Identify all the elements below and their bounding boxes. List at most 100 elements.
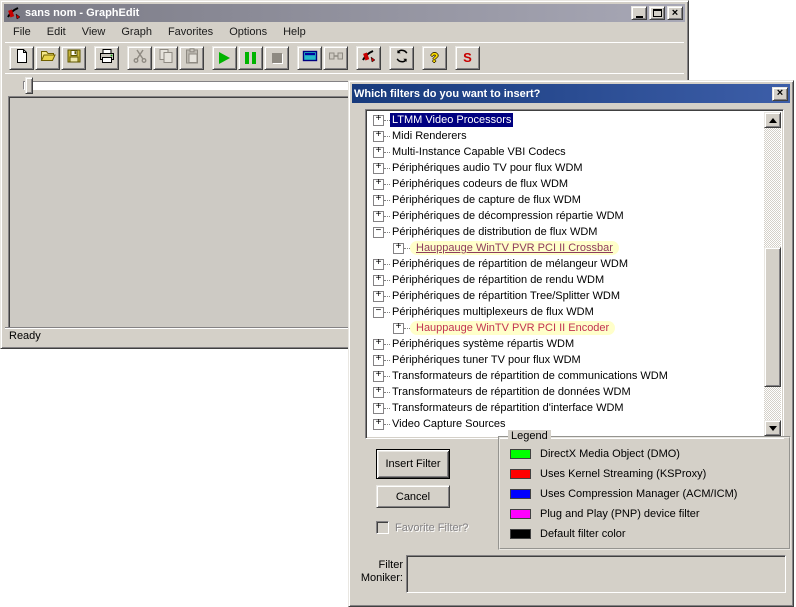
expand-plus-icon[interactable] <box>373 163 384 174</box>
stats-button[interactable]: S <box>455 46 480 70</box>
expand-plus-icon[interactable] <box>373 403 384 414</box>
tree-item[interactable]: Périphériques de distribution de flux WD… <box>368 224 764 240</box>
insert-filter-dialog-button[interactable]: Insert Filter <box>376 449 450 479</box>
dialog-close-icon[interactable]: × <box>772 87 788 101</box>
print-button[interactable] <box>94 46 119 70</box>
maximize-icon[interactable] <box>649 6 665 20</box>
menu-options[interactable]: Options <box>221 24 275 40</box>
filter-tree-list[interactable]: LTMM Video Processors Midi Renderers Mul… <box>365 109 784 439</box>
dialog-titlebar[interactable]: Which filters do you want to insert? × <box>352 84 790 103</box>
expand-minus-icon[interactable] <box>373 227 384 238</box>
tree-item[interactable]: Périphériques codeurs de flux WDM <box>368 176 764 192</box>
menu-graph[interactable]: Graph <box>113 24 160 40</box>
scroll-down-icon[interactable] <box>764 420 781 436</box>
tree-item-label[interactable]: Périphériques de répartition de rendu WD… <box>390 273 606 287</box>
graphedit-titlebar[interactable]: sans nom - GraphEdit × <box>4 4 685 22</box>
stop-button[interactable] <box>264 46 289 70</box>
tree-item-label[interactable]: Périphériques de répartition Tree/Splitt… <box>390 289 622 303</box>
expand-plus-icon[interactable] <box>373 419 384 430</box>
tree-item[interactable]: Midi Renderers <box>368 128 764 144</box>
tree-item[interactable]: Périphériques de répartition de rendu WD… <box>368 272 764 288</box>
tree-item[interactable]: Périphériques tuner TV pour flux WDM <box>368 352 764 368</box>
tree-item-label[interactable]: Hauppauge WinTV PVR PCI II Encoder <box>410 321 615 335</box>
tree-item[interactable]: Transformateurs de répartition d'interfa… <box>368 400 764 416</box>
tree-item-label[interactable]: Transformateurs de répartition d'interfa… <box>390 401 626 415</box>
expand-plus-icon[interactable] <box>373 355 384 366</box>
expand-plus-icon[interactable] <box>373 259 384 270</box>
tree-item-label[interactable]: Périphériques de capture de flux WDM <box>390 193 583 207</box>
menu-help[interactable]: Help <box>275 24 314 40</box>
tree-item[interactable]: Périphériques de répartition Tree/Splitt… <box>368 288 764 304</box>
expand-plus-icon[interactable] <box>373 179 384 190</box>
copy-button[interactable] <box>153 46 178 70</box>
tree-item-label[interactable]: Multi-Instance Capable VBI Codecs <box>390 145 568 159</box>
scroll-up-icon[interactable] <box>764 112 781 128</box>
menu-view[interactable]: View <box>74 24 114 40</box>
expand-plus-icon[interactable] <box>373 291 384 302</box>
expand-plus-icon[interactable] <box>373 131 384 142</box>
expand-minus-icon[interactable] <box>373 307 384 318</box>
tree-item-label[interactable]: Transformateurs de répartition de commun… <box>390 369 670 383</box>
tree-item[interactable]: Périphériques multiplexeurs de flux WDM <box>368 304 764 320</box>
expand-plus-icon[interactable] <box>373 211 384 222</box>
tree-item[interactable]: Périphériques de répartition de mélangeu… <box>368 256 764 272</box>
connect-pins-button[interactable] <box>323 46 348 70</box>
minimize-icon[interactable] <box>631 6 647 20</box>
tree-item[interactable]: Hauppauge WinTV PVR PCI II Crossbar <box>368 240 764 256</box>
tree-item-label[interactable]: Périphériques de distribution de flux WD… <box>390 225 599 239</box>
tree-item[interactable]: Périphériques audio TV pour flux WDM <box>368 160 764 176</box>
expand-plus-icon[interactable] <box>393 243 404 254</box>
refresh-button[interactable] <box>389 46 414 70</box>
tree-scrollbar[interactable] <box>764 112 781 436</box>
tree-item-label[interactable]: Midi Renderers <box>390 129 469 143</box>
new-button[interactable] <box>9 46 34 70</box>
tree-item-label[interactable]: Périphériques multiplexeurs de flux WDM <box>390 305 596 319</box>
tree-item-label[interactable]: Périphériques audio TV pour flux WDM <box>390 161 585 175</box>
tree-item[interactable]: Périphériques de décompression répartie … <box>368 208 764 224</box>
tree-item[interactable]: Multi-Instance Capable VBI Codecs <box>368 144 764 160</box>
pause-button[interactable] <box>238 46 263 70</box>
expand-plus-icon[interactable] <box>373 371 384 382</box>
favorite-filter-checkbox[interactable] <box>376 521 389 534</box>
tree-item[interactable]: Hauppauge WinTV PVR PCI II Encoder <box>368 320 764 336</box>
filter-moniker-field[interactable] <box>406 555 786 593</box>
tree-item-label[interactable]: Périphériques système répartis WDM <box>390 337 576 351</box>
play-button[interactable] <box>212 46 237 70</box>
close-icon[interactable]: × <box>667 6 683 20</box>
tree-item-label[interactable]: LTMM Video Processors <box>390 113 513 127</box>
graphedit-logo-button[interactable] <box>356 46 381 70</box>
dialog-title: Which filters do you want to insert? <box>354 88 772 100</box>
scrollbar-thumb[interactable] <box>764 247 781 387</box>
menu-favorites[interactable]: Favorites <box>160 24 221 40</box>
tree-item-label[interactable]: Périphériques de répartition de mélangeu… <box>390 257 630 271</box>
expand-plus-icon[interactable] <box>393 323 404 334</box>
help-button[interactable]: ? <box>422 46 447 70</box>
tree-item-label[interactable]: Video Capture Sources <box>390 417 508 431</box>
menu-edit[interactable]: Edit <box>39 24 74 40</box>
expand-plus-icon[interactable] <box>373 339 384 350</box>
insert-filter-button[interactable] <box>297 46 322 70</box>
tree-item[interactable]: LTMM Video Processors <box>368 112 764 128</box>
cancel-button[interactable]: Cancel <box>376 485 450 508</box>
expand-plus-icon[interactable] <box>373 115 384 126</box>
paste-button[interactable] <box>179 46 204 70</box>
save-button[interactable] <box>61 46 86 70</box>
expand-plus-icon[interactable] <box>373 275 384 286</box>
tree-item[interactable]: Périphériques système répartis WDM <box>368 336 764 352</box>
tree-item[interactable]: Video Capture Sources <box>368 416 764 432</box>
tree-item[interactable]: Périphériques de capture de flux WDM <box>368 192 764 208</box>
seek-slider-thumb[interactable] <box>25 77 33 94</box>
tree-item[interactable]: Transformateurs de répartition de donnée… <box>368 384 764 400</box>
tree-item-label[interactable]: Périphériques de décompression répartie … <box>390 209 626 223</box>
open-button[interactable] <box>35 46 60 70</box>
tree-item-label[interactable]: Transformateurs de répartition de donnée… <box>390 385 633 399</box>
menu-file[interactable]: File <box>5 24 39 40</box>
tree-item[interactable]: Transformateurs de répartition de commun… <box>368 368 764 384</box>
tree-item-label[interactable]: Hauppauge WinTV PVR PCI II Crossbar <box>410 241 619 255</box>
cut-button[interactable] <box>127 46 152 70</box>
expand-plus-icon[interactable] <box>373 195 384 206</box>
expand-plus-icon[interactable] <box>373 147 384 158</box>
tree-item-label[interactable]: Périphériques codeurs de flux WDM <box>390 177 570 191</box>
tree-item-label[interactable]: Périphériques tuner TV pour flux WDM <box>390 353 583 367</box>
expand-plus-icon[interactable] <box>373 387 384 398</box>
